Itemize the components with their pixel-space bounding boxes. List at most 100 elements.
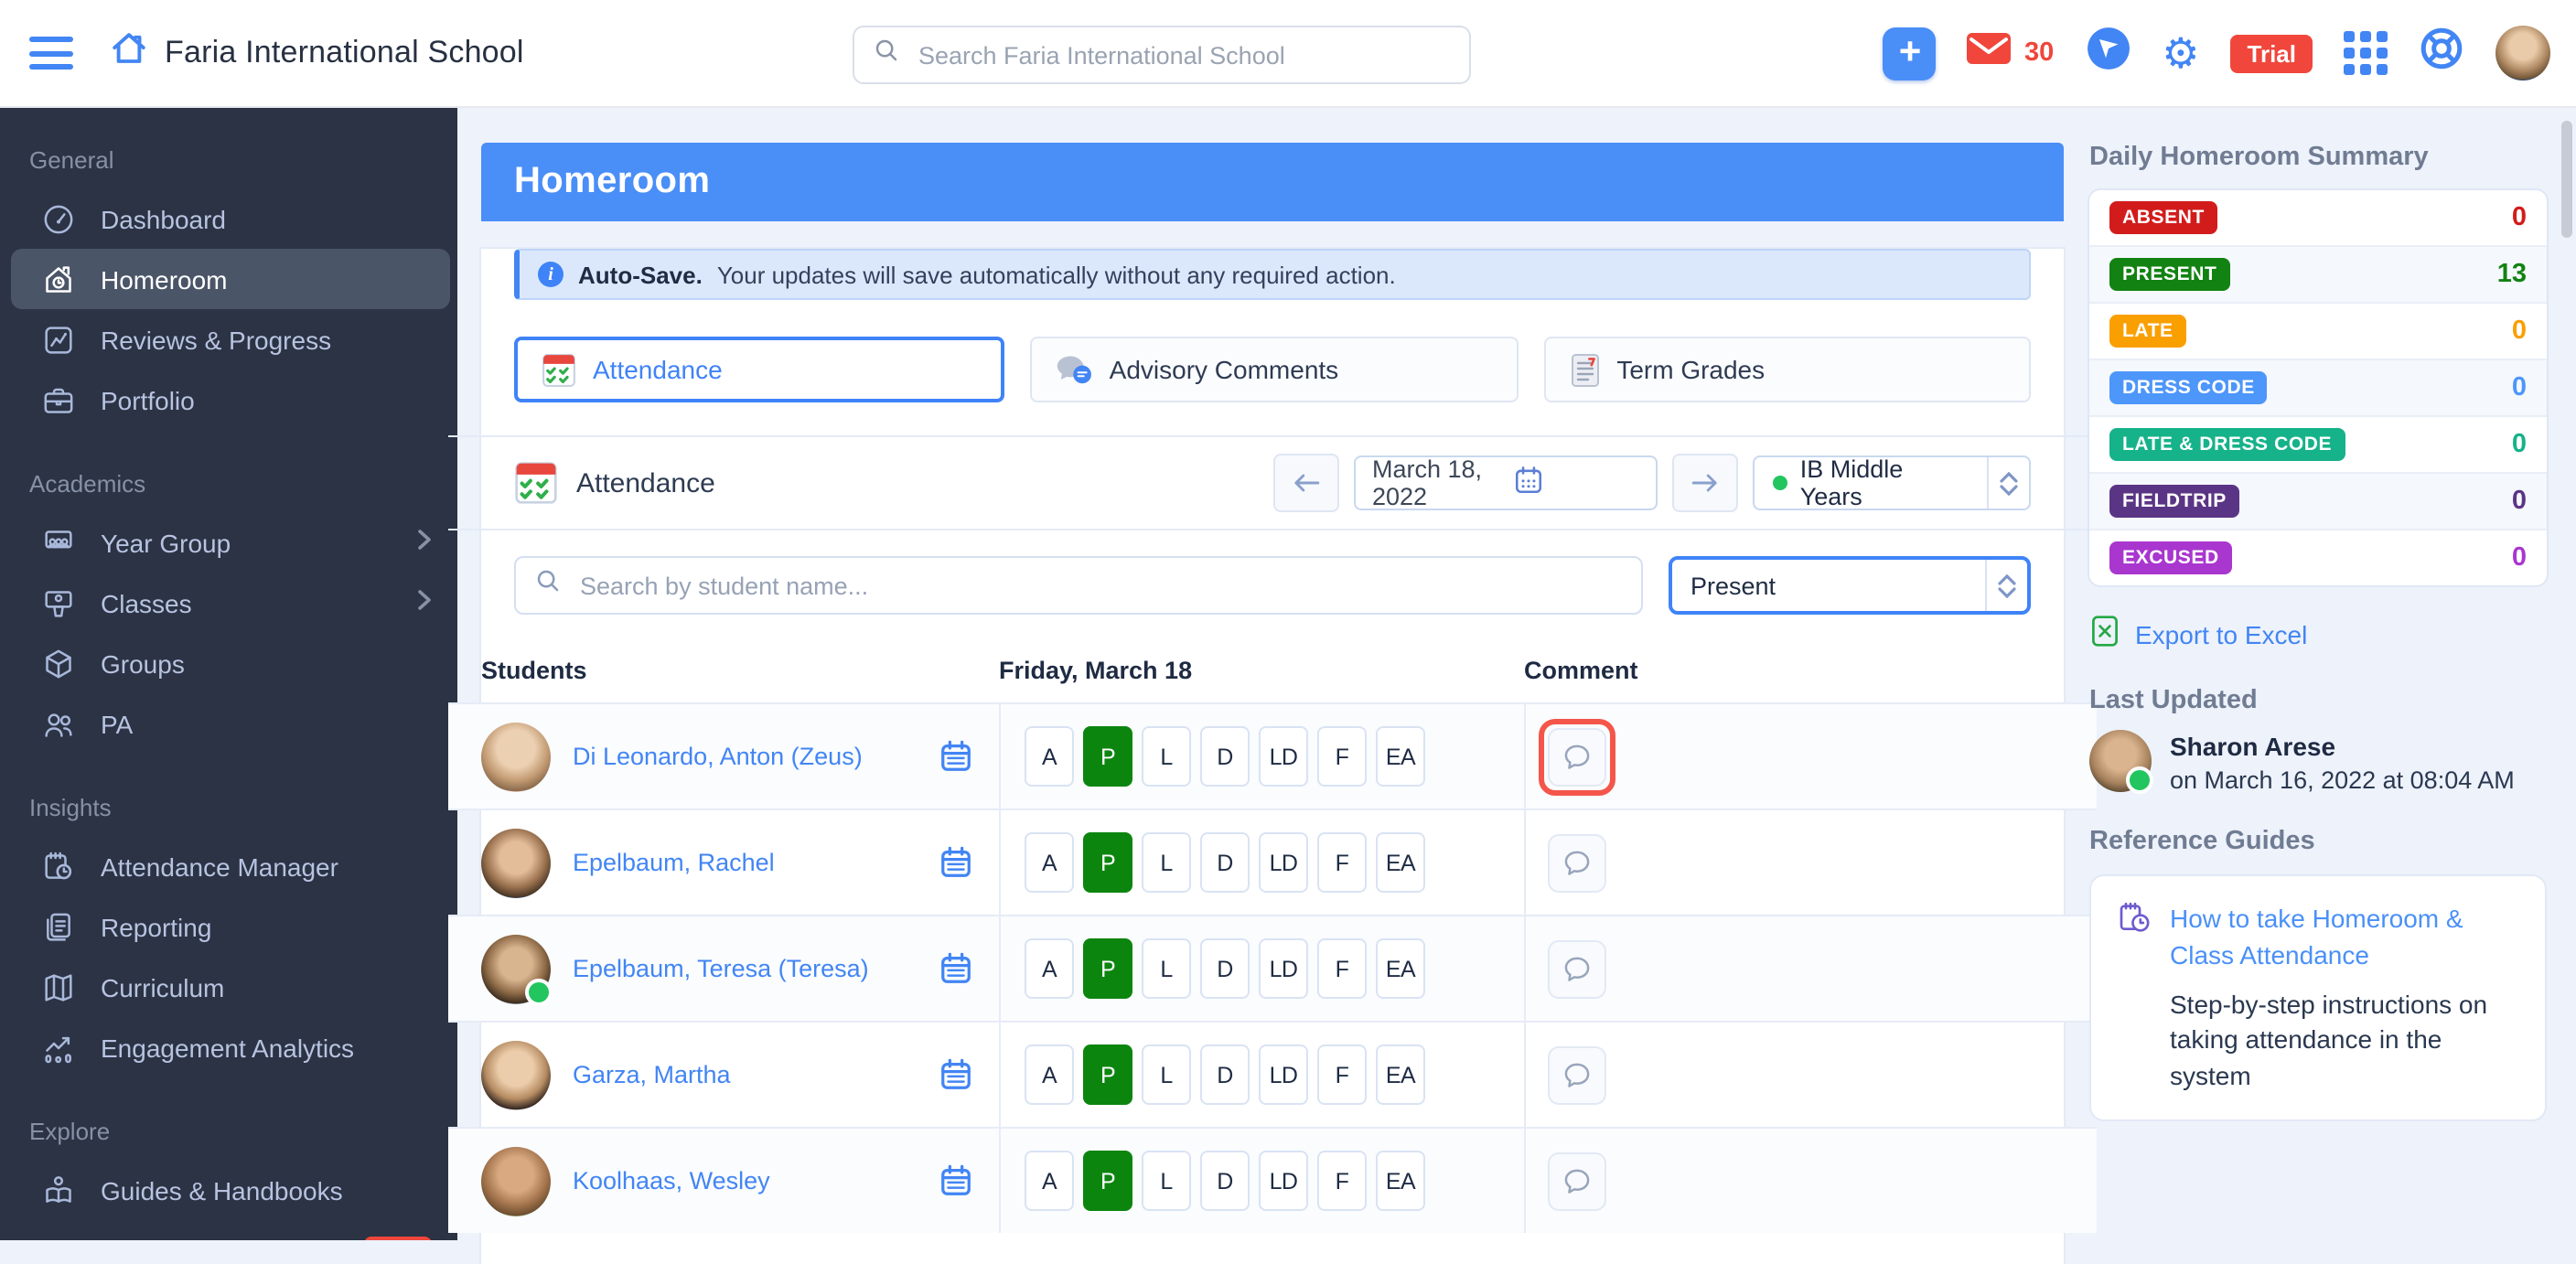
comment-button[interactable]	[1548, 1152, 1606, 1210]
student-calendar-icon[interactable]	[939, 1057, 973, 1092]
attendance-option-ld[interactable]: LD	[1259, 938, 1308, 999]
messages-button[interactable]: 30	[1968, 33, 2054, 73]
student-name-link[interactable]: Epelbaum, Teresa (Teresa)	[573, 955, 917, 982]
trial-badge[interactable]: Trial	[2231, 34, 2313, 72]
tab-term-grades[interactable]: Term Grades	[1543, 337, 2031, 402]
attendance-option-p[interactable]: P	[1083, 1044, 1132, 1105]
attendance-option-a[interactable]: A	[1025, 832, 1074, 893]
attendance-option-ea[interactable]: EA	[1376, 832, 1425, 893]
updated-by-avatar[interactable]	[2089, 730, 2152, 792]
reference-guide-card: How to take Homeroom & Class Attendance …	[2089, 874, 2547, 1122]
attendance-option-ea[interactable]: EA	[1376, 1044, 1425, 1105]
sidebar-item-reviews-progress[interactable]: Reviews & Progress	[11, 309, 450, 370]
student-avatar[interactable]	[481, 722, 551, 791]
attendance-option-f[interactable]: F	[1317, 1044, 1367, 1105]
sidebar-item-classes[interactable]: Classes	[11, 573, 450, 633]
sidebar-item-dashboard[interactable]: Dashboard	[11, 188, 450, 249]
student-calendar-icon[interactable]	[939, 845, 973, 880]
sidebar-item-curriculum[interactable]: Curriculum	[11, 957, 450, 1017]
attendance-option-p[interactable]: P	[1083, 938, 1132, 999]
student-name-link[interactable]: Epelbaum, Rachel	[573, 849, 917, 876]
portfolio-icon	[40, 381, 77, 418]
attendance-option-l[interactable]: L	[1142, 1151, 1191, 1211]
student-name-link[interactable]: Garza, Martha	[573, 1061, 917, 1088]
sidebar-item-engagement-analytics[interactable]: Engagement Analytics	[11, 1017, 450, 1077]
attendance-option-p[interactable]: P	[1083, 1151, 1132, 1211]
hamburger-menu-icon[interactable]	[29, 37, 73, 70]
student-search-input[interactable]	[576, 570, 1623, 601]
attendance-option-d[interactable]: D	[1200, 1044, 1250, 1105]
student-search[interactable]	[514, 556, 1643, 615]
attendance-option-f[interactable]: F	[1317, 832, 1367, 893]
help-lifebuoy-icon[interactable]	[2419, 26, 2464, 80]
tab-attendance[interactable]: Attendance	[514, 337, 1005, 402]
student-name-link[interactable]: Di Leonardo, Anton (Zeus)	[573, 743, 917, 770]
attendance-option-ea[interactable]: EA	[1376, 938, 1425, 999]
attendance-option-ld[interactable]: LD	[1259, 726, 1308, 787]
sidebar-item-osc-home[interactable]: OSC HomeNew	[11, 1220, 450, 1240]
comment-button[interactable]	[1548, 833, 1606, 892]
attendance-option-l[interactable]: L	[1142, 726, 1191, 787]
student-calendar-icon[interactable]	[939, 739, 973, 774]
student-calendar-icon[interactable]	[939, 1163, 973, 1198]
attendance-option-f[interactable]: F	[1317, 1151, 1367, 1211]
comment-button[interactable]	[1548, 727, 1606, 786]
attendance-option-a[interactable]: A	[1025, 1044, 1074, 1105]
attendance-filter-select[interactable]: Present	[1669, 556, 2031, 615]
attendance-option-ld[interactable]: LD	[1259, 1151, 1308, 1211]
sidebar-item-pa[interactable]: PA	[11, 693, 450, 754]
tab-advisory-comments[interactable]: Advisory Comments	[1031, 337, 1519, 402]
attendance-option-ea[interactable]: EA	[1376, 726, 1425, 787]
student-avatar[interactable]	[481, 1146, 551, 1216]
add-button[interactable]: +	[1884, 27, 1937, 80]
attendance-option-f[interactable]: F	[1317, 938, 1367, 999]
attendance-option-d[interactable]: D	[1200, 832, 1250, 893]
previous-day-button[interactable]	[1273, 454, 1339, 512]
brand[interactable]: Faria International School	[110, 29, 524, 77]
sidebar-item-attendance-manager[interactable]: Attendance Manager	[11, 836, 450, 896]
sidebar-item-reporting[interactable]: Reporting	[11, 896, 450, 957]
attendance-option-ld[interactable]: LD	[1259, 1044, 1308, 1105]
attendance-option-d[interactable]: D	[1200, 726, 1250, 787]
attendance-option-ea[interactable]: EA	[1376, 1151, 1425, 1211]
export-to-excel-link[interactable]: Export to Excel	[2089, 615, 2547, 653]
attendance-option-l[interactable]: L	[1142, 1044, 1191, 1105]
attendance-option-f[interactable]: F	[1317, 726, 1367, 787]
student-avatar[interactable]	[481, 828, 551, 897]
apps-grid-icon[interactable]	[2344, 31, 2388, 75]
student-avatar[interactable]	[481, 1040, 551, 1109]
attendance-option-d[interactable]: D	[1200, 1151, 1250, 1211]
sidebar-item-homeroom[interactable]: Homeroom	[11, 249, 450, 309]
guide-link[interactable]: How to take Homeroom & Class Attendance	[2170, 900, 2519, 974]
sidebar-item-label: Engagement Analytics	[101, 1033, 432, 1062]
student-calendar-icon[interactable]	[939, 951, 973, 986]
managebac-logo-icon[interactable]	[2085, 26, 2131, 80]
attendance-option-p[interactable]: P	[1083, 832, 1132, 893]
comment-button[interactable]	[1548, 939, 1606, 998]
attendance-option-l[interactable]: L	[1142, 938, 1191, 999]
date-picker[interactable]: March 18, 2022	[1354, 455, 1658, 510]
group-select[interactable]: IB Middle Years	[1753, 455, 2031, 510]
sidebar-item-portfolio[interactable]: Portfolio	[11, 370, 450, 430]
attendance-table: StudentsFriday, March 18Comment Di Leona…	[448, 637, 2097, 1233]
next-day-button[interactable]	[1672, 454, 1738, 512]
attendance-option-a[interactable]: A	[1025, 938, 1074, 999]
sidebar-item-year-group[interactable]: Year Group	[11, 512, 450, 573]
student-name-link[interactable]: Koolhaas, Wesley	[573, 1167, 917, 1194]
attendance-option-a[interactable]: A	[1025, 726, 1074, 787]
scrollbar-thumb[interactable]	[2561, 121, 2572, 238]
global-search-input[interactable]	[915, 39, 1451, 70]
student-avatar[interactable]	[481, 934, 551, 1003]
comment-button[interactable]	[1548, 1045, 1606, 1104]
attendance-option-ld[interactable]: LD	[1259, 832, 1308, 893]
sidebar-item-guides-handbooks[interactable]: Guides & Handbooks	[11, 1160, 450, 1220]
attendance-option-l[interactable]: L	[1142, 832, 1191, 893]
attendance-option-p[interactable]: P	[1083, 726, 1132, 787]
global-search[interactable]	[853, 26, 1471, 84]
user-avatar[interactable]	[2496, 26, 2550, 80]
attendance-option-a[interactable]: A	[1025, 1151, 1074, 1211]
sidebar-item-groups[interactable]: Groups	[11, 633, 450, 693]
sidebar-item-label: Reviews & Progress	[101, 325, 432, 354]
gear-icon[interactable]: ⚙	[2162, 32, 2199, 74]
attendance-option-d[interactable]: D	[1200, 938, 1250, 999]
